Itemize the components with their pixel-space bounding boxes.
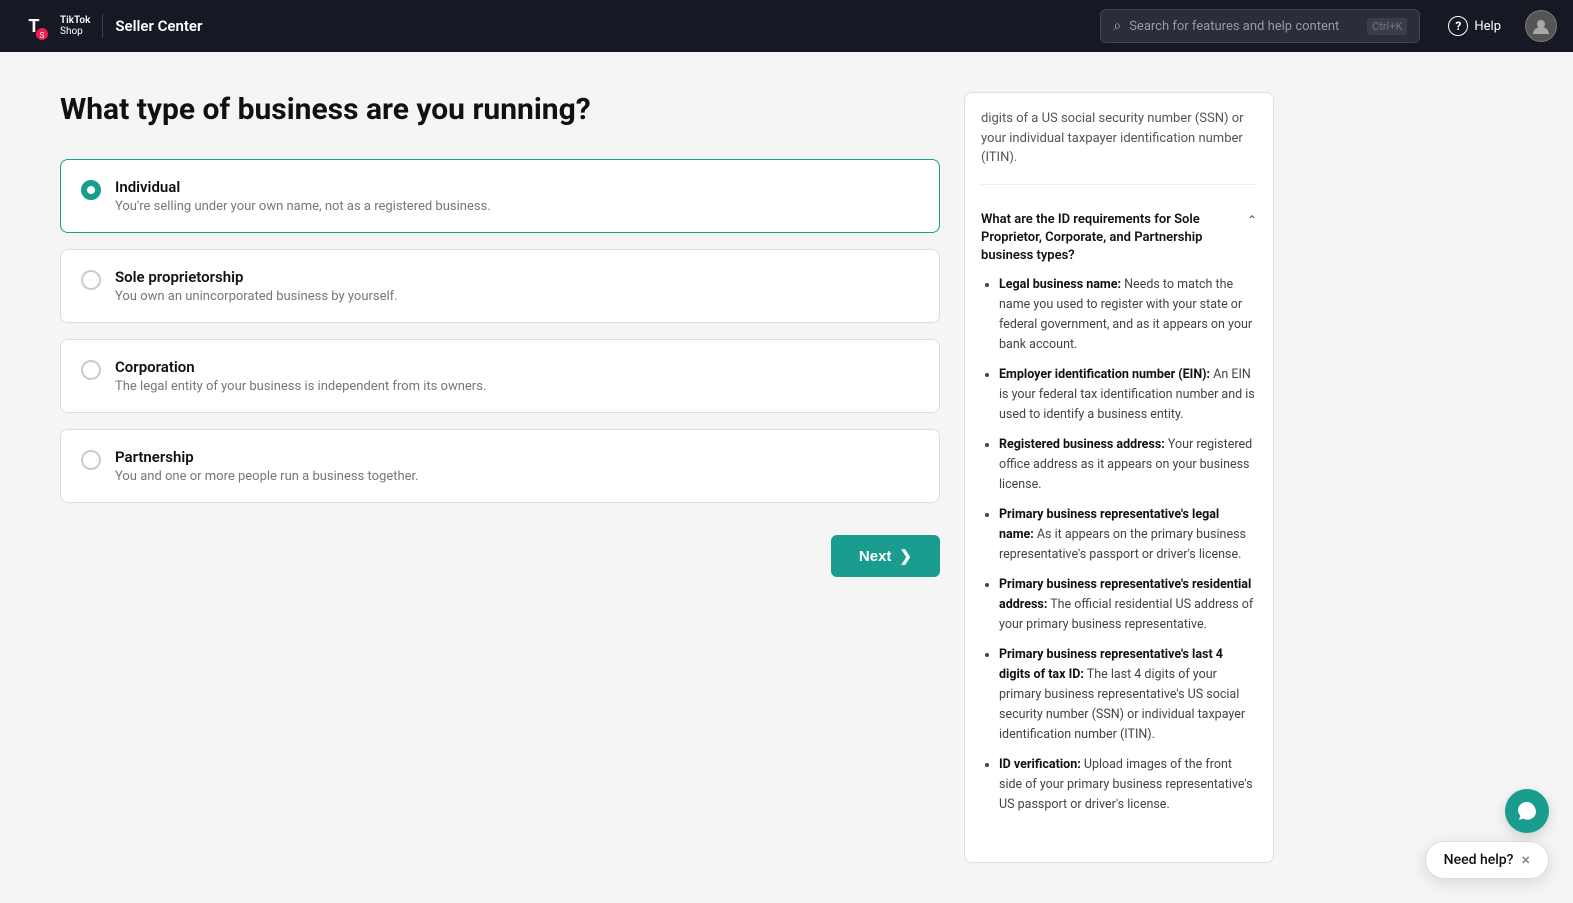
option-individual-text: Individual You're selling under your own…: [115, 178, 491, 214]
list-item: Registered business address: Your regist…: [999, 435, 1257, 495]
next-button[interactable]: Next ❯: [831, 535, 940, 577]
help-section-id-requirements: What are the ID requirements for Sole Pr…: [981, 201, 1257, 816]
help-section-title: What are the ID requirements for Sole Pr…: [981, 211, 1239, 266]
need-help-label: Need help?: [1444, 852, 1514, 868]
user-avatar[interactable]: [1525, 10, 1557, 42]
radio-inner-individual: [87, 186, 95, 194]
item-label-2: Registered business address:: [999, 437, 1165, 452]
list-item: Employer identification number (EIN): An…: [999, 365, 1257, 425]
option-corporation-text: Corporation The legal entity of your bus…: [115, 358, 486, 394]
chevron-up-icon: ⌃: [1247, 213, 1257, 227]
item-label-0: Legal business name:: [999, 277, 1121, 292]
option-corporation-desc: The legal entity of your business is ind…: [115, 379, 486, 394]
help-label: Help: [1474, 19, 1501, 34]
tiktok-shop-icon: T S: [16, 8, 52, 44]
main-content: What type of business are you running? I…: [0, 52, 1573, 903]
option-individual-name: Individual: [115, 178, 491, 196]
search-icon: ⌕: [1113, 18, 1121, 34]
item-label-1: Employer identification number (EIN):: [999, 367, 1210, 382]
search-shortcut: Ctrl+K: [1367, 18, 1407, 35]
seller-center-title: Seller Center: [115, 17, 202, 35]
list-item: ID verification: Upload images of the fr…: [999, 755, 1257, 815]
option-sole-desc: You own an unincorporated business by yo…: [115, 289, 398, 304]
close-bubble-icon[interactable]: ×: [1521, 852, 1530, 868]
search-bar[interactable]: ⌕ Search for features and help content C…: [1100, 9, 1420, 43]
list-item: Primary business representative's reside…: [999, 575, 1257, 635]
help-button[interactable]: ? Help: [1448, 16, 1501, 36]
option-partnership-name: Partnership: [115, 448, 419, 466]
next-button-label: Next: [859, 548, 892, 565]
option-partnership-desc: You and one or more people run a busines…: [115, 469, 419, 484]
business-type-options: Individual You're selling under your own…: [60, 159, 940, 503]
radio-corporation: [81, 360, 101, 380]
list-item: Primary business representative's last 4…: [999, 645, 1257, 745]
option-sole-proprietorship[interactable]: Sole proprietorship You own an unincorpo…: [60, 249, 940, 323]
item-text-3: As it appears on the primary business re…: [999, 527, 1246, 562]
option-corporation[interactable]: Corporation The legal entity of your bus…: [60, 339, 940, 413]
option-individual-desc: You're selling under your own name, not …: [115, 199, 491, 214]
radio-partnership: [81, 450, 101, 470]
list-item: Legal business name: Needs to match the …: [999, 275, 1257, 355]
help-panel: digits of a US social security number (S…: [964, 92, 1274, 863]
avatar-icon: [1532, 17, 1550, 35]
chat-icon: [1516, 800, 1538, 822]
need-help-bubble[interactable]: Need help? ×: [1425, 841, 1549, 879]
item-label-6: ID verification:: [999, 757, 1081, 772]
logo[interactable]: T S TikTok Shop: [16, 8, 90, 44]
radio-individual: [81, 180, 101, 200]
left-panel: What type of business are you running? I…: [60, 92, 940, 863]
option-corporation-name: Corporation: [115, 358, 486, 376]
radio-sole: [81, 270, 101, 290]
help-intro-text: digits of a US social security number (S…: [981, 109, 1257, 185]
app-header: T S TikTok Shop Seller Center ⌕ Search f…: [0, 0, 1573, 52]
option-partnership-text: Partnership You and one or more people r…: [115, 448, 419, 484]
list-item: Primary business representative's legal …: [999, 505, 1257, 565]
page-title: What type of business are you running?: [60, 92, 940, 127]
option-individual[interactable]: Individual You're selling under your own…: [60, 159, 940, 233]
option-partnership[interactable]: Partnership You and one or more people r…: [60, 429, 940, 503]
header-divider: [102, 14, 103, 38]
option-sole-text: Sole proprietorship You own an unincorpo…: [115, 268, 398, 304]
search-placeholder-text: Search for features and help content: [1129, 19, 1359, 34]
svg-text:S: S: [40, 31, 45, 40]
chat-icon-button[interactable]: [1505, 789, 1549, 833]
next-arrow-icon: ❯: [899, 547, 912, 565]
option-sole-name: Sole proprietorship: [115, 268, 398, 286]
help-circle-icon: ?: [1448, 16, 1468, 36]
help-section-body: Legal business name: Needs to match the …: [981, 275, 1257, 815]
help-section-header[interactable]: What are the ID requirements for Sole Pr…: [981, 201, 1257, 276]
